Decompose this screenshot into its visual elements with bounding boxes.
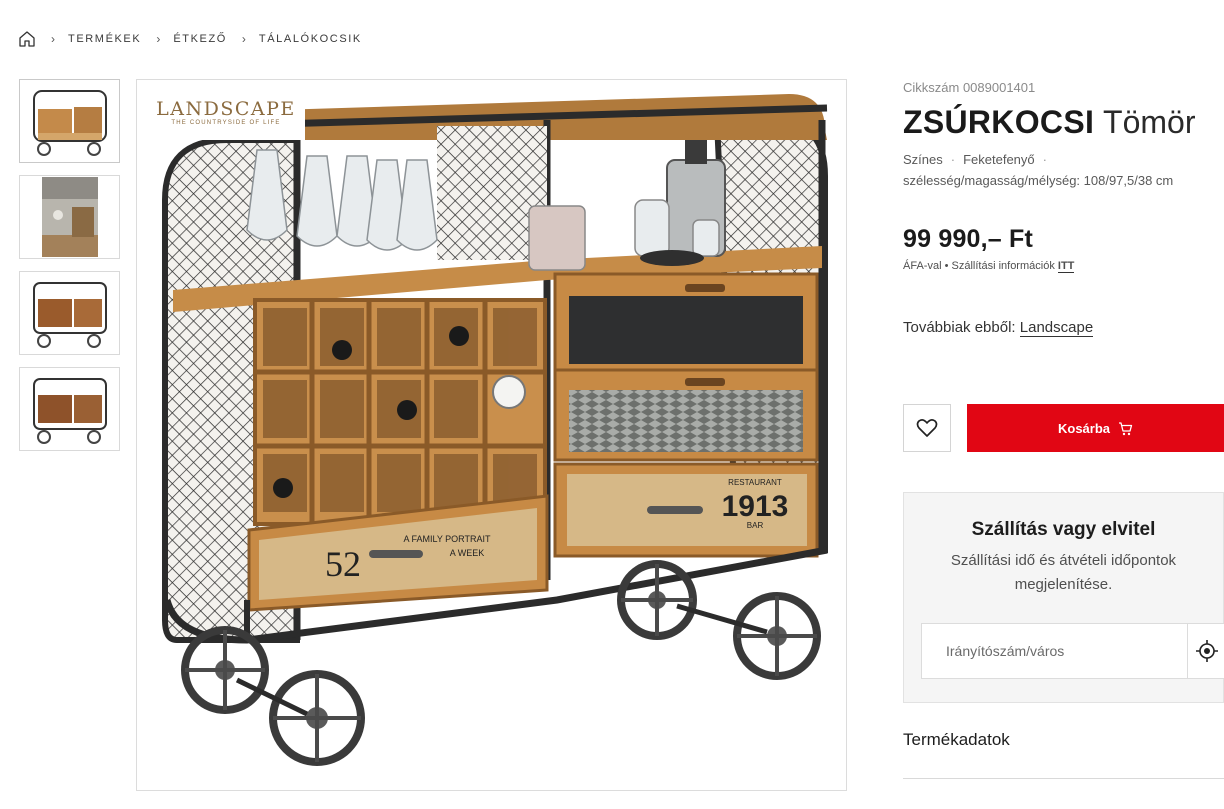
drawer-label-52: 52 <box>325 544 361 584</box>
heart-icon <box>916 419 938 437</box>
product-title: ZSÚRKOCSI Tömör <box>903 102 1224 142</box>
cart-icon <box>1119 421 1133 435</box>
product-price: 99 990,– Ft <box>903 225 1034 253</box>
drawer-label-a-week: A WEEK <box>450 548 485 558</box>
drawer-label-bar: BAR <box>747 521 764 530</box>
brand-logo-tagline: THE COUNTRYSIDE OF LIFE <box>171 120 281 126</box>
more-from-brand: Továbbiak ebből: Landscape <box>903 319 1224 337</box>
main-product-image[interactable]: RESTAURANT 1913 BAR 52 A FAMILY PORTRAIT… <box>136 79 847 791</box>
chevron-right-icon: › <box>241 32 246 46</box>
attr-dimensions: szélesség/magasság/mélység: 108/97,5/38 … <box>903 173 1174 188</box>
attr-color: Színes <box>903 152 943 167</box>
product-title-rest: Tömör <box>1103 104 1196 140</box>
divider <box>903 778 1224 779</box>
breadcrumb-item-etkezo[interactable]: ÉTKEZŐ <box>173 33 227 45</box>
thumbnail-room-scene[interactable] <box>19 175 120 259</box>
home-icon[interactable] <box>18 30 36 48</box>
delivery-description: Szállítási idő és átvételi időpontok meg… <box>950 552 1177 593</box>
thumbnail-product-front[interactable] <box>19 79 120 163</box>
price-note-shipping: Szállítási információk <box>951 260 1055 272</box>
price-note-vat: ÁFA-val <box>903 260 942 272</box>
chevron-right-icon: › <box>51 32 55 46</box>
brand-logo-name: LANDSCAPE <box>156 98 296 120</box>
breadcrumb-item-termekek[interactable]: TERMÉKEK <box>68 33 141 45</box>
thumbnail-list <box>19 79 120 463</box>
thumbnail-product-angle[interactable] <box>19 367 120 451</box>
brand-logo: LANDSCAPE THE COUNTRYSIDE OF LIFE <box>147 94 305 140</box>
price-note: ÁFA-val • Szállítási információk ITT <box>903 260 1075 273</box>
drawer-label-family-portrait: A FAMILY PORTRAIT <box>403 534 491 544</box>
add-to-cart-button[interactable]: Kosárba <box>967 404 1224 452</box>
thumbnail-product-detail[interactable] <box>19 271 120 355</box>
breadcrumb: › TERMÉKEK › ÉTKEZŐ › TÁLALÓKOCSIK <box>18 29 362 49</box>
delivery-title: Szállítás vagy elvitel <box>971 519 1156 540</box>
product-title-bold: ZSÚRKOCSI <box>903 104 1095 140</box>
delivery-panel: Szállítás vagy elvitel Szállítási idő és… <box>903 492 1224 703</box>
serving-cart-illustration: RESTAURANT 1913 BAR 52 A FAMILY PORTRAIT… <box>162 94 828 766</box>
chevron-right-icon: › <box>156 32 161 46</box>
drawer-label-restaurant: RESTAURANT <box>728 478 782 487</box>
locate-button[interactable] <box>1187 623 1224 679</box>
more-from-label: Továbbiak ebből: <box>903 319 1016 336</box>
add-to-cart-label: Kosárba <box>1057 420 1111 436</box>
drawer-label-1913: 1913 <box>722 490 789 523</box>
purchase-actions: Kosárba <box>903 404 1224 452</box>
product-sku: Cikkszám 0089001401 <box>903 80 1036 95</box>
attr-wood: Feketefenyő <box>963 152 1035 167</box>
product-attributes: Színes · Feketefenyő · szélesség/magasság/m… <box>903 152 1174 188</box>
shipping-info-link[interactable]: ITT <box>1057 260 1075 273</box>
product-info: Cikkszám 0089001401 ZSÚRKOCSI Tömör Szín… <box>903 80 1224 337</box>
product-data-section[interactable]: Termékadatok <box>903 730 1224 750</box>
breadcrumb-item-talalokocsik[interactable]: TÁLALÓKOCSIK <box>259 33 362 45</box>
zip-city-input[interactable] <box>921 623 1187 679</box>
wishlist-button[interactable] <box>903 404 951 452</box>
locate-icon <box>1196 640 1218 662</box>
brand-link[interactable]: Landscape <box>1019 319 1094 337</box>
